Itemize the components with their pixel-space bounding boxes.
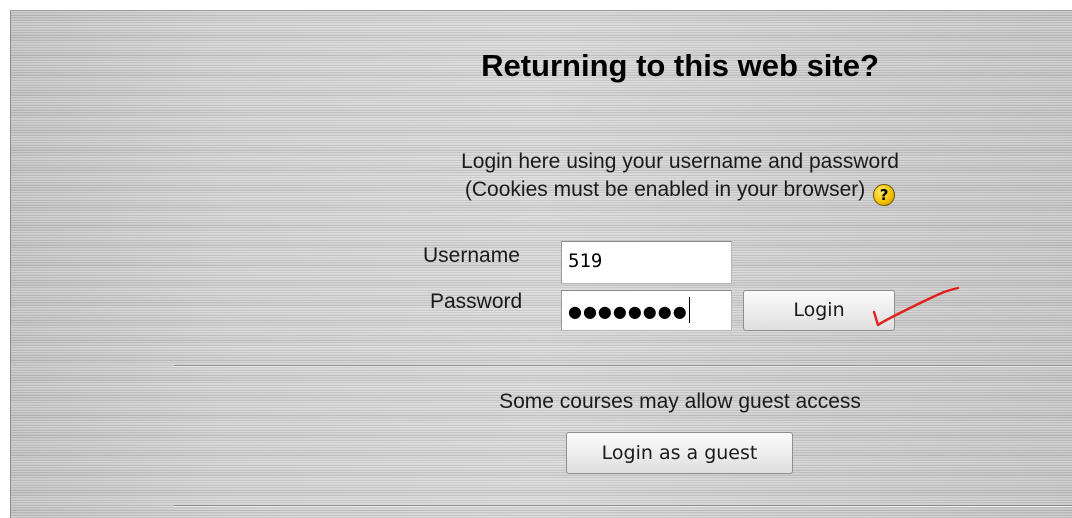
login-panel <box>10 10 1072 518</box>
page-heading: Returning to this web site? <box>481 48 879 83</box>
checkmark-stroke <box>872 286 960 327</box>
username-input[interactable]: 519 <box>561 241 732 284</box>
login-as-guest-button[interactable]: Login as a guest <box>566 432 793 474</box>
password-input[interactable]: ●●●●●●●● <box>561 290 732 331</box>
instructions-line-1: Login here using your username and passw… <box>461 150 899 173</box>
login-instructions: Login here using your username and passw… <box>360 148 1000 206</box>
section-divider <box>174 365 1072 367</box>
password-masked-value: ●●●●●●●● <box>568 302 688 321</box>
password-label: Password <box>430 290 523 313</box>
username-value: 519 <box>568 250 603 272</box>
instructions-line-2: (Cookies must be enabled in your browser… <box>464 178 866 201</box>
username-label: Username <box>423 244 520 267</box>
section-divider-bottom <box>174 505 1072 507</box>
instructions-line-2-wrap: (Cookies must be enabled in your browser… <box>360 176 1000 206</box>
question-mark-icon[interactable]: ? <box>873 184 896 206</box>
browser-viewport: Returning to this web site? Login here u… <box>0 0 1072 518</box>
guest-access-note: Some courses may allow guest access <box>499 390 861 413</box>
red-checkmark-icon <box>872 286 960 327</box>
text-caret <box>688 297 690 323</box>
